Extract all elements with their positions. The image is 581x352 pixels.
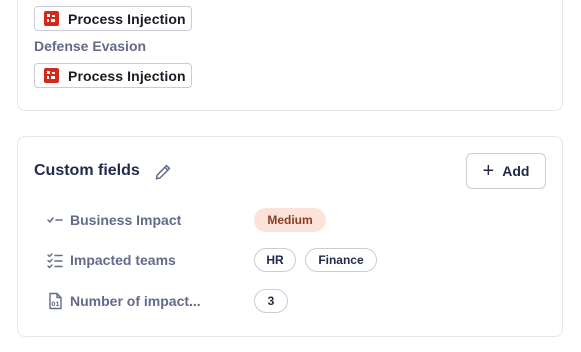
pencil-icon[interactable] [153, 162, 173, 182]
status-badge: Medium [254, 208, 326, 232]
mitre-logo-icon [44, 11, 59, 26]
mitre-techniques-card: Process Injection Defense Evasion Proces… [17, 0, 563, 111]
custom-fields-card: Custom fields + Add Business Impact Medi… [17, 136, 563, 337]
team-badge: Finance [305, 248, 377, 272]
custom-field-row-impacted-teams[interactable]: Impacted teams HR Finance [46, 248, 546, 272]
custom-field-label: Number of impact... [70, 293, 201, 309]
mitre-logo-icon [44, 68, 59, 83]
technique-tag[interactable]: Process Injection [34, 63, 192, 88]
custom-field-row-business-impact[interactable]: Business Impact Medium [46, 208, 546, 232]
technique-tag-label: Process Injection [68, 10, 186, 27]
custom-field-label: Impacted teams [70, 252, 176, 268]
custom-field-label: Business Impact [70, 212, 182, 228]
multi-select-icon [47, 253, 63, 269]
tactic-label: Defense Evasion [34, 38, 147, 54]
plus-icon: + [482, 160, 495, 182]
team-badge: HR [254, 248, 296, 272]
svg-text:01: 01 [51, 301, 59, 308]
technique-tag[interactable]: Process Injection [34, 6, 192, 31]
add-button-label: Add [502, 163, 530, 179]
technique-tag-label: Process Injection [68, 67, 186, 84]
add-custom-field-button[interactable]: + Add [466, 153, 546, 189]
custom-field-row-number-of-impacted[interactable]: 01 Number of impact... 3 [46, 289, 546, 313]
number-field-icon: 01 [49, 292, 62, 310]
single-select-icon [47, 217, 63, 223]
custom-fields-title: Custom fields [34, 162, 140, 179]
count-badge: 3 [254, 289, 288, 313]
